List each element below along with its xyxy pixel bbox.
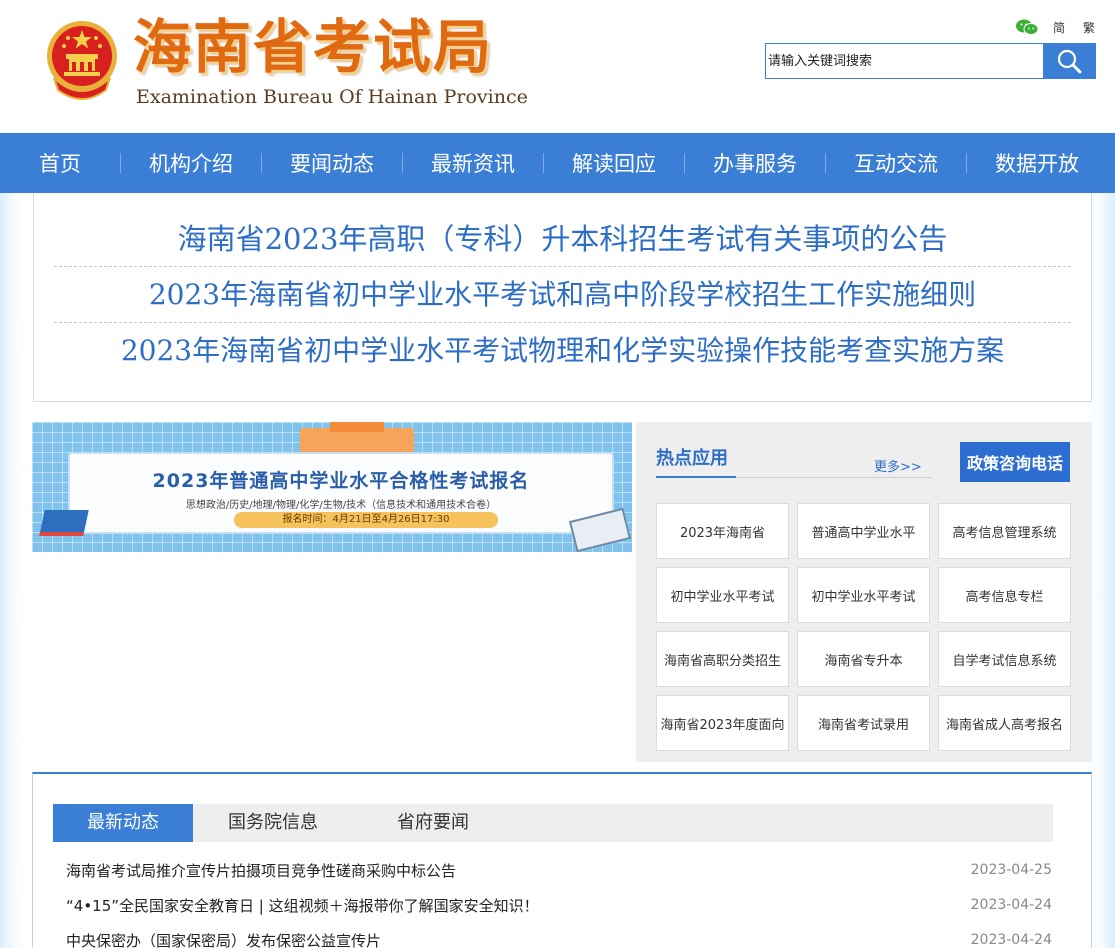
main-nav: 首页 机构介绍 要闻动态 最新资讯 解读回应 办事服务 互动交流 数据开放 <box>0 133 1115 193</box>
news-title: “4•15”全民国家安全教育日 | 这组视频＋海报带你了解国家安全知识！ <box>66 896 539 915</box>
headline-link[interactable]: 海南省2023年高职（专科）升本科招生考试有关事项的公告 <box>54 211 1071 267</box>
site-header: 海南省考试局 Examination Bureau Of Hainan Prov… <box>0 0 1115 133</box>
tab-latest-news[interactable]: 最新动态 <box>53 804 193 842</box>
nav-item-interaction[interactable]: 互动交流 <box>826 148 966 178</box>
nav-item-home[interactable]: 首页 <box>0 148 120 178</box>
news-list-item[interactable]: “4•15”全民国家安全教育日 | 这组视频＋海报带你了解国家安全知识！ 202… <box>66 888 1052 922</box>
nav-item-interpretation[interactable]: 解读回应 <box>544 148 684 178</box>
news-title: 中央保密办（国家保密局）发布保密公益宣传片 <box>66 931 382 948</box>
hot-app-tile[interactable]: 海南省考试录用 <box>797 695 930 751</box>
lang-traditional-link[interactable]: 繁 <box>1083 19 1095 36</box>
headline-link[interactable]: 2023年海南省初中学业水平考试物理和化学实验操作技能考查实施方案 <box>54 323 1071 379</box>
hot-apps-underline <box>656 476 736 478</box>
book-icon <box>39 510 89 536</box>
nav-item-latest[interactable]: 最新资讯 <box>403 148 543 178</box>
search-icon <box>1057 49 1082 74</box>
hot-app-tile[interactable]: 海南省2023年度面向 <box>656 695 789 751</box>
news-title: 海南省考试局推介宣传片拍摄项目竞争性磋商采购中标公告 <box>66 861 457 880</box>
hot-apps-panel: 热点应用 更多>> 政策咨询电话 2023年海南省 普通高中学业水平 高考信息管… <box>636 422 1092 762</box>
banner-panel: 2023年普通高中学业水平合格性考试报名 思想政治/历史/地理/物理/化学/生物… <box>68 452 614 534</box>
lang-simplified-link[interactable]: 简 <box>1053 19 1065 36</box>
search-input[interactable] <box>766 44 1043 78</box>
news-section: 最新动态 国务院信息 省府要闻 海南省考试局推介宣传片拍摄项目竞争性磋商采购中标… <box>32 772 1092 948</box>
top-links: 简 繁 <box>1015 16 1095 38</box>
nav-item-news[interactable]: 要闻动态 <box>262 148 402 178</box>
news-date: 2023-04-24 <box>970 932 1052 948</box>
hot-app-tile[interactable]: 海南省高职分类招生 <box>656 631 789 687</box>
news-date: 2023-04-25 <box>970 862 1052 878</box>
banner-subjects: 思想政治/历史/地理/物理/化学/生物/技术（信息技术和通用技术合卷） <box>185 500 497 511</box>
banner-time: 报名时间：4月21日至4月26日17:30 <box>234 512 498 528</box>
hot-app-tile[interactable]: 高考信息管理系统 <box>938 503 1071 559</box>
site-title: 海南省考试局 <box>133 13 494 81</box>
news-date: 2023-04-24 <box>970 897 1052 913</box>
hot-app-tile[interactable]: 初中学业水平考试 <box>797 567 930 623</box>
banner-title: 2023年普通高中学业水平合格性考试报名 <box>152 470 530 492</box>
hot-app-tile[interactable]: 2023年海南省 <box>656 503 789 559</box>
nav-item-about[interactable]: 机构介绍 <box>121 148 261 178</box>
national-emblem-icon[interactable] <box>44 18 120 102</box>
news-list-item[interactable]: 中央保密办（国家保密局）发布保密公益宣传片 2023-04-24 <box>66 923 1052 948</box>
exam-registration-banner[interactable]: 2023年普通高中学业水平合格性考试报名 思想政治/历史/地理/物理/化学/生物… <box>32 422 632 552</box>
divider <box>736 477 932 478</box>
tab-provincial-news[interactable]: 省府要闻 <box>353 804 513 842</box>
hot-app-tile[interactable]: 高考信息专栏 <box>938 567 1071 623</box>
search-button[interactable] <box>1043 44 1095 78</box>
hot-app-tile[interactable]: 自学考试信息系统 <box>938 631 1071 687</box>
tab-state-council[interactable]: 国务院信息 <box>193 804 353 842</box>
news-list-item[interactable]: 海南省考试局推介宣传片拍摄项目竞争性磋商采购中标公告 2023-04-25 <box>66 853 1052 887</box>
site-subtitle: Examination Bureau Of Hainan Province <box>136 86 528 108</box>
news-tabbar: 最新动态 国务院信息 省府要闻 <box>53 804 1053 842</box>
policy-phone-button[interactable]: 政策咨询电话 <box>960 442 1070 482</box>
wechat-icon[interactable] <box>1015 18 1039 36</box>
search-box <box>765 43 1096 79</box>
nav-item-services[interactable]: 办事服务 <box>685 148 825 178</box>
nav-item-open-data[interactable]: 数据开放 <box>967 148 1107 178</box>
hot-app-tile[interactable]: 海南省专升本 <box>797 631 930 687</box>
hot-apps-more-link[interactable]: 更多>> <box>874 456 922 475</box>
hot-app-tile[interactable]: 海南省成人高考报名 <box>938 695 1071 751</box>
hot-app-tile[interactable]: 普通高中学业水平 <box>797 503 930 559</box>
hot-app-tile[interactable]: 初中学业水平考试 <box>656 567 789 623</box>
headline-news: 海南省2023年高职（专科）升本科招生考试有关事项的公告 2023年海南省初中学… <box>33 193 1092 402</box>
hot-apps-title: 热点应用 <box>656 448 728 469</box>
headline-link[interactable]: 2023年海南省初中学业水平考试和高中阶段学校招生工作实施细则 <box>54 267 1071 323</box>
banner-decoration <box>330 422 384 432</box>
